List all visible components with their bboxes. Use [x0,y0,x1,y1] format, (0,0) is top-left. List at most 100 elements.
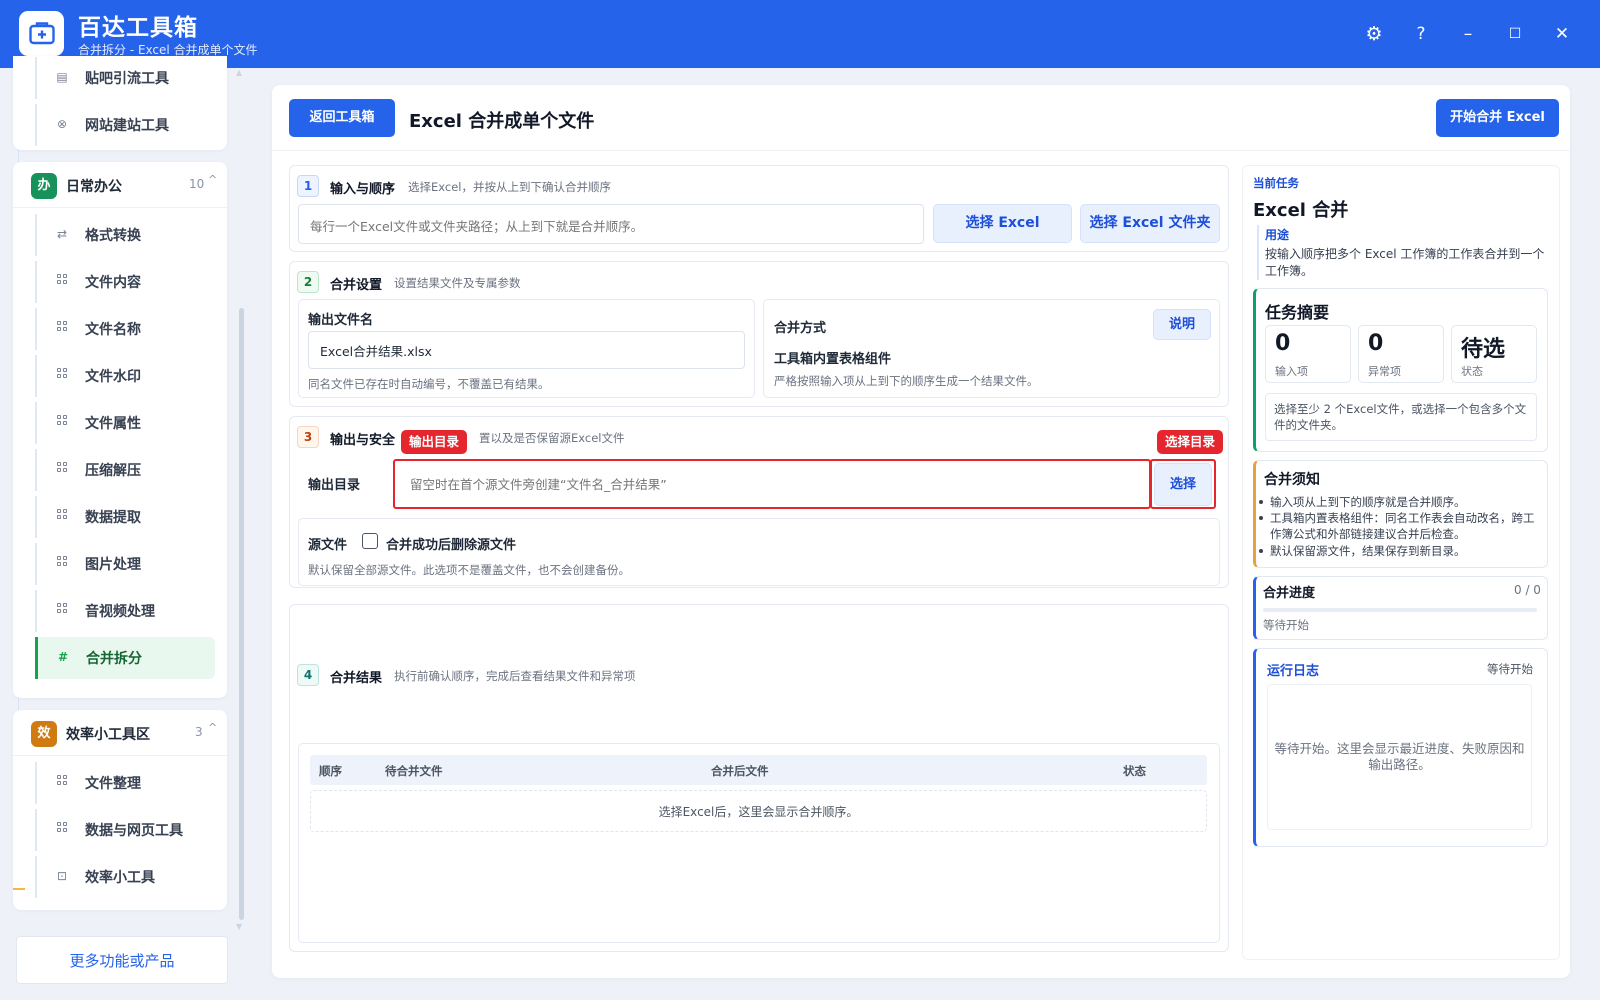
progress-title: 合并进度 [1263,586,1316,601]
section-number: 1 [297,175,319,197]
input-paths-textarea[interactable] [298,204,924,244]
section-title: 输出与安全 [330,433,396,448]
sidebar-item-efficiency-tools[interactable]: ⊡ 效率小工具 [35,856,215,898]
maximize-button[interactable]: ☐ [1500,19,1530,49]
sidebar-item-merge-split[interactable]: # 合并拆分 [35,637,215,679]
sidebar-item-label: 数据提取 [85,510,141,526]
title-bar: 百达工具箱 合并拆分 - Excel 合并成单个文件 ⚙ ? – ☐ ✕ [0,0,1600,68]
source-file-hint: 默认保留全部源文件。此选项不是覆盖文件，也不会创建备份。 [308,563,630,577]
output-name-hint: 同名文件已存在时自动编号，不覆盖已有结果。 [308,377,550,391]
grid-icon [55,509,69,523]
section-number: 3 [297,426,319,448]
scroll-up-arrow[interactable]: ▲ [236,68,242,77]
grid-icon [55,822,69,836]
sidebar-item-file-props[interactable]: 文件属性 [35,402,215,444]
sidebar-item-file-content[interactable]: 文件内容 [35,261,215,303]
settings-icon[interactable]: ⚙ [1359,19,1389,49]
merge-method-hint: 严格按照输入项从上到下的顺序生成一个结果文件。 [774,374,1039,388]
sidebar-item-label: 文件整理 [85,776,141,792]
sidebar-item-label: 数据与网页工具 [85,823,183,839]
minimize-button[interactable]: – [1453,19,1483,49]
start-merge-button[interactable]: 开始合并 Excel [1436,99,1559,137]
progress-status: 等待开始 [1263,618,1309,632]
stat-label: 状态 [1461,365,1483,378]
stat-label: 输入项 [1275,365,1308,378]
sidebar-item-label: 文件属性 [85,416,141,432]
app-logo [19,11,64,56]
help-icon[interactable]: ? [1406,19,1436,49]
notice-title: 合并须知 [1264,472,1320,488]
explain-button[interactable]: 说明 [1153,309,1211,340]
notice-item: 工具箱内置表格组件：同名工作表会自动改名，跨工作簿公式和外部链接建议合并后检查。 [1259,510,1538,542]
notice-item: 默认保留源文件，结果保存到新目录。 [1259,543,1538,559]
sidebar-item-compress[interactable]: 压缩解压 [35,449,215,491]
document-icon: ▤ [56,70,68,84]
app-title: 百达工具箱 [78,15,198,41]
progress-bar [1263,608,1537,612]
summary-hint: 选择至少 2 个Excel文件，或选择一个包含多个文件的文件夹。 [1265,393,1537,441]
output-name-label: 输出文件名 [308,313,374,328]
sidebar-item-format-convert[interactable]: ⇄ 格式转换 [35,214,215,256]
sidebar-item-website[interactable]: ⊗ 网站建站工具 [35,104,215,146]
close-button[interactable]: ✕ [1547,19,1577,49]
back-to-toolbox-button[interactable]: 返回工具箱 [289,99,395,137]
grid-icon [55,775,69,789]
log-title: 运行日志 [1267,664,1320,679]
section-description: 选择Excel，并按从上到下确认合并顺序 [408,180,611,194]
category-count: 10 [189,177,205,191]
category-count: 3 [195,725,203,739]
summary-title: 任务摘要 [1265,303,1330,322]
category-badge: 办 [31,173,57,199]
usage-text: 按输入顺序把多个 Excel 工作簿的工作表合并到一个工作簿。 [1265,247,1545,278]
select-excel-button[interactable]: 选择 Excel [933,204,1072,243]
sidebar-item-file-organize[interactable]: 文件整理 [35,762,215,804]
merge-method-label: 合并方式 [774,321,827,336]
sidebar-item-tieba[interactable]: ▤ 贴吧引流工具 [35,57,215,99]
task-title: Excel 合并 [1253,200,1349,221]
sidebar-item-label: 格式转换 [85,228,141,244]
category-badge: 效 [31,721,57,747]
sidebar-item-label: 文件名称 [85,322,141,338]
stat-input-count: 0 输入项 [1265,325,1351,383]
annotation-frame-select-dir [1150,459,1216,509]
grid-icon [55,415,69,429]
source-file-label: 源文件 [308,538,348,553]
usage-accent [1257,225,1259,280]
select-excel-folder-button[interactable]: 选择 Excel 文件夹 [1080,204,1220,243]
grid-icon [55,274,69,288]
delete-source-checkbox[interactable] [362,533,378,549]
sidebar-item-label: 文件内容 [85,275,141,291]
more-products-button[interactable]: 更多功能或产品 [16,936,228,984]
chevron-up-icon[interactable]: ^ [208,173,217,186]
output-name-input[interactable] [308,331,745,369]
log-status: 等待开始 [1487,662,1533,676]
sidebar-item-data-web[interactable]: 数据与网页工具 [35,809,215,851]
column-header: 状态 [1123,764,1146,778]
section-title: 合并设置 [330,278,383,293]
sidebar-item-image[interactable]: 图片处理 [35,543,215,585]
grid-icon [55,462,69,476]
category-header[interactable]: 办 日常办公 10 ^ [13,162,227,208]
sidebar-item-label: 压缩解压 [85,463,141,479]
section-description: 置以及是否保留源Excel文件 [479,431,625,445]
delete-source-label[interactable]: 合并成功后删除源文件 [386,534,516,553]
progress-count: 0 / 0 [1514,583,1541,597]
toolbox-icon: ⊡ [56,869,68,883]
sidebar-item-watermark[interactable]: 文件水印 [35,355,215,397]
scroll-down-arrow[interactable]: ▼ [236,922,242,931]
annotation-frame-output-dir [393,459,1151,509]
category-header[interactable]: 效 效率小工具区 3 ^ [13,710,227,756]
category-name: 日常办公 [66,179,122,195]
sidebar-item-label: 合并拆分 [86,651,142,667]
sidebar-item-data-extract[interactable]: 数据提取 [35,496,215,538]
column-header: 顺序 [319,764,342,778]
merge-method-value: 工具箱内置表格组件 [774,352,892,367]
sidebar-item-audio-video[interactable]: 音视频处理 [35,590,215,632]
sidebar-item-file-name[interactable]: 文件名称 [35,308,215,350]
chevron-up-icon[interactable]: ^ [208,721,217,734]
stat-label: 异常项 [1368,365,1401,378]
sidebar-scrollbar[interactable] [239,308,244,920]
sidebar-item-label: 音视频处理 [85,604,155,620]
stat-error-count: 0 异常项 [1358,325,1444,383]
page-title: Excel 合并成单个文件 [409,111,595,132]
